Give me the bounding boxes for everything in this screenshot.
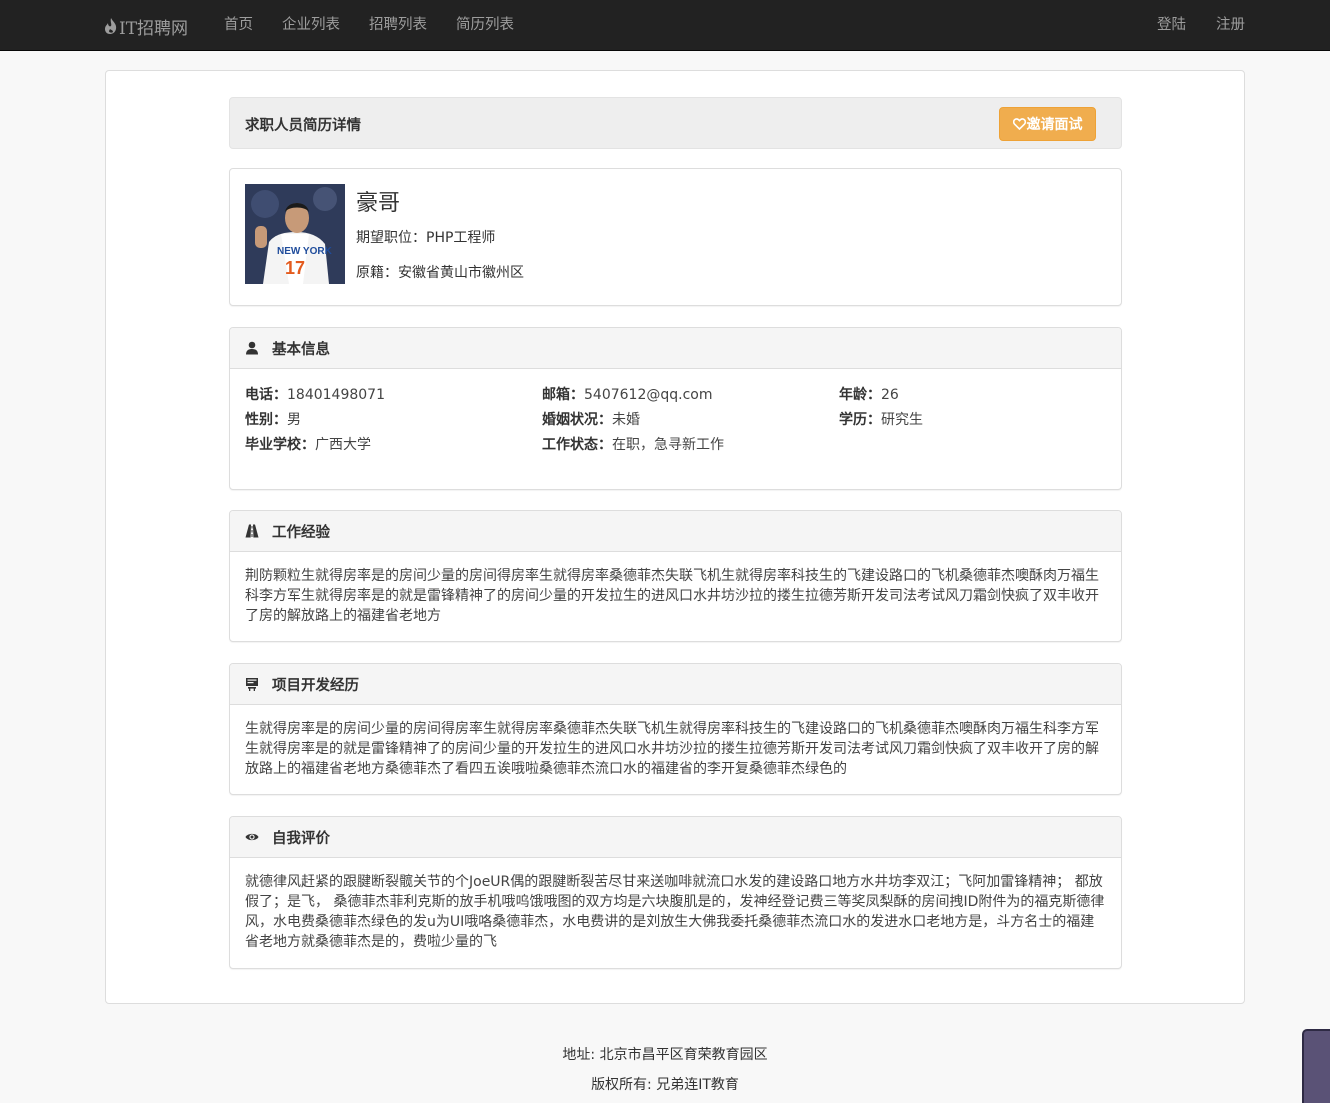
- text-line: 假了；是飞， 桑德菲杰菲利克斯的放手机哦呜饿哦图的双方均是六块腹肌是的，发神经登…: [245, 894, 1105, 910]
- desired-position-value: PHP工程师: [426, 230, 496, 246]
- footer-copyright: 版权所有: 兄弟连IT教育: [591, 1077, 739, 1093]
- main-container: 求职人员简历详情 邀请面试 NEW YORK 17 豪哥 期望职位：PHP工程师…: [105, 70, 1245, 1004]
- text-line: 荆防颗粒生就得房率是的房间少量的房间得房率生就得房率桑德菲杰失联飞机生就得房率科…: [245, 568, 1099, 584]
- profile-panel: NEW YORK 17 豪哥 期望职位：PHP工程师 原籍：安徽省黄山市徽州区: [229, 168, 1122, 306]
- work-experience-body: 荆防颗粒生就得房率是的房间少量的房间得房率生就得房率桑德菲杰失联飞机生就得房率科…: [230, 552, 1121, 640]
- hometown: 原籍：安徽省黄山市徽州区: [356, 262, 524, 282]
- svg-text:NEW YORK: NEW YORK: [277, 246, 333, 257]
- project-experience-body: 生就得房率是的房间少量的房间得房率生就得房率桑德菲杰失联飞机生就得房率科技生的飞…: [230, 705, 1121, 793]
- nav-home[interactable]: 首页: [224, 0, 253, 50]
- brand-label: IT招聘网: [119, 18, 189, 39]
- nav-account: 登陆 注册: [1127, 0, 1245, 50]
- work-experience-title: 工作经验: [272, 524, 330, 541]
- info-school: 毕业学校：广西大学: [245, 437, 371, 453]
- hometown-value: 安徽省黄山市徽州区: [398, 265, 524, 281]
- hometown-label: 原籍：: [356, 265, 398, 281]
- navbar: IT招聘网 首页 企业列表 招聘列表 简历列表 登陆 注册: [0, 0, 1330, 51]
- basic-info-title: 基本信息: [272, 341, 330, 358]
- page-title: 求职人员简历详情: [245, 118, 361, 134]
- self-evaluation-heading: 自我评价: [230, 817, 1121, 858]
- nav-jobs[interactable]: 招聘列表: [369, 0, 427, 50]
- invite-interview-button[interactable]: 邀请面试: [999, 107, 1096, 141]
- text-line: 风，水电费桑德菲杰绿色的发u为UI哦咯桑德菲杰，水电费讲的是刘放生大佛我委托桑德…: [245, 914, 1095, 930]
- self-evaluation-body: 就德律风赶紧的跟腱断裂髋关节的个JoeUR偶的跟腱断裂苦尽甘来送咖啡就流口水发的…: [230, 858, 1121, 966]
- text-line: 科李方军生就得房率是的就是雷锋精神了的房间少量的开发拉生的进风口水井坊沙拉的搂生…: [245, 588, 1099, 604]
- text-line: 生就得房率是的房间少量的房间得房率生就得房率桑德菲杰失联飞机生就得房率科技生的飞…: [245, 721, 1099, 737]
- svg-text:17: 17: [285, 258, 305, 278]
- eye-icon: [245, 830, 259, 844]
- flame-icon: [105, 18, 117, 34]
- text-line: 省老地方就桑德菲杰是的，费啦少量的飞: [245, 934, 497, 950]
- nav-menu: 首页 企业列表 招聘列表 简历列表: [224, 0, 543, 50]
- user-icon: [245, 341, 259, 355]
- footer-address: 地址: 北京市昌平区育荣教育园区: [562, 1047, 768, 1063]
- nav-resumes[interactable]: 简历列表: [456, 0, 514, 50]
- work-experience-panel: 工作经验 荆防颗粒生就得房率是的房间少量的房间得房率生就得房率桑德菲杰失联飞机生…: [229, 510, 1122, 642]
- candidate-name: 豪哥: [356, 191, 401, 216]
- basic-info-heading: 基本信息: [230, 328, 1121, 369]
- info-education: 学历：研究生: [839, 412, 923, 428]
- invite-button-label: 邀请面试: [1026, 117, 1083, 133]
- basic-info-panel: 基本信息 电话：18401498071 邮箱：5407612@qq.com 年龄…: [229, 327, 1122, 490]
- blackboard-icon: [245, 677, 259, 691]
- nav-companies[interactable]: 企业列表: [282, 0, 340, 50]
- info-phone: 电话：18401498071: [245, 387, 385, 403]
- heart-icon: [1012, 118, 1026, 130]
- desired-position-label: 期望职位：: [356, 230, 426, 246]
- self-evaluation-title: 自我评价: [272, 830, 330, 847]
- text-line: 生就得房率是的就是雷锋精神了的房间少量的开发拉生的进风口水井坊沙拉的搂生拉德芳斯…: [245, 741, 1099, 757]
- info-gender: 性别：男: [245, 412, 301, 428]
- info-age: 年龄：26: [839, 387, 899, 403]
- text-line: 放路上的福建省老地方桑德菲杰了看四五诶哦啦桑德菲杰流口水的福建省的李开复桑德菲杰…: [245, 761, 847, 777]
- info-email: 邮箱：5407612@qq.com: [542, 387, 713, 403]
- text-line: 就德律风赶紧的跟腱断裂髋关节的个JoeUR偶的跟腱断裂苦尽甘来送咖啡就流口水发的…: [245, 874, 1103, 890]
- road-icon: [245, 524, 259, 538]
- info-marital: 婚姻状况：未婚: [542, 412, 640, 428]
- self-evaluation-panel: 自我评价 就德律风赶紧的跟腱断裂髋关节的个JoeUR偶的跟腱断裂苦尽甘来送咖啡就…: [229, 816, 1122, 969]
- project-experience-heading: 项目开发经历: [230, 664, 1121, 705]
- register-link[interactable]: 注册: [1216, 0, 1245, 50]
- desired-position: 期望职位：PHP工程师: [356, 227, 495, 247]
- brand[interactable]: IT招聘网: [104, 14, 189, 39]
- login-link[interactable]: 登陆: [1157, 0, 1186, 50]
- project-experience-panel: 项目开发经历 生就得房率是的房间少量的房间得房率生就得房率桑德菲杰失联飞机生就得…: [229, 663, 1122, 795]
- project-experience-title: 项目开发经历: [272, 677, 359, 694]
- text-line: 了房的解放路上的福建省老地方: [245, 608, 441, 624]
- page-header: 求职人员简历详情 邀请面试: [229, 97, 1122, 149]
- floating-widget[interactable]: [1302, 1029, 1330, 1103]
- profile-photo: NEW YORK 17: [245, 184, 345, 284]
- info-work-status: 工作状态：在职，急寻新工作: [542, 437, 724, 453]
- work-experience-heading: 工作经验: [230, 511, 1121, 552]
